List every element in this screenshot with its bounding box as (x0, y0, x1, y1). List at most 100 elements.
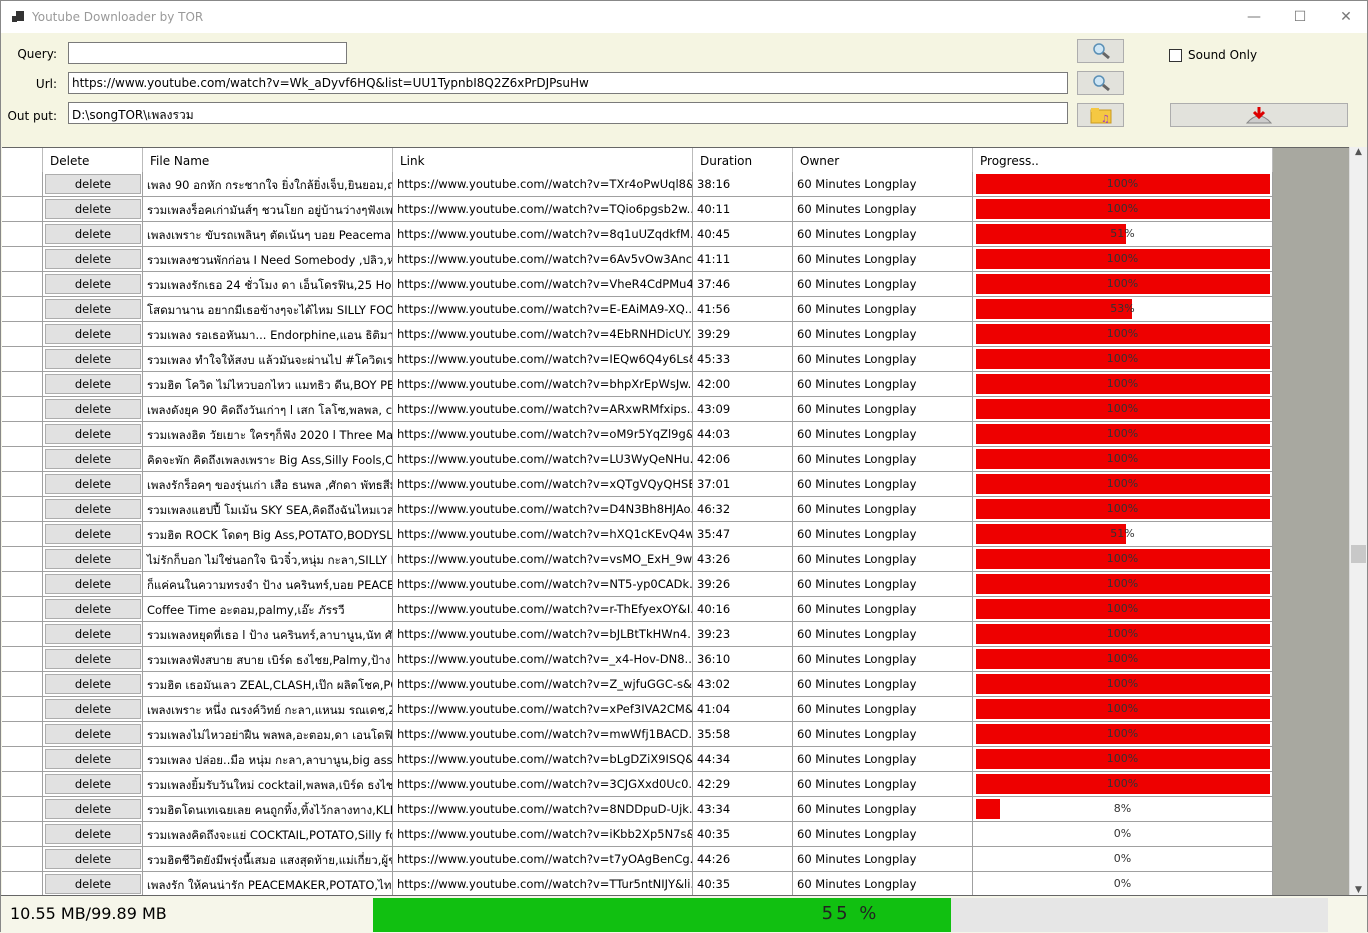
delete-button[interactable]: delete (45, 449, 141, 469)
delete-button[interactable]: delete (45, 849, 141, 869)
link-cell[interactable]: https://www.youtube.com//watch?v=IEQw6Q4… (393, 347, 693, 371)
link-cell[interactable]: https://www.youtube.com//watch?v=iKbb2Xp… (393, 822, 693, 846)
delete-button[interactable]: delete (45, 724, 141, 744)
row-header[interactable] (2, 222, 43, 246)
table-row[interactable]: delete เพลงเพราะ หนึ่ง ณรงค์วิทย์ กะลา,แห… (2, 697, 1273, 722)
delete-button[interactable]: delete (45, 799, 141, 819)
search-query-button[interactable] (1077, 39, 1124, 63)
delete-button[interactable]: delete (45, 649, 141, 669)
row-header[interactable] (2, 372, 43, 396)
output-path-input[interactable]: D:\songTOR\เพลงรวม (68, 102, 1068, 124)
delete-button[interactable]: delete (45, 824, 141, 844)
file-name-cell[interactable]: เพลง 90 อกหัก กระชากใจ ยิ่งใกล้ยิ่งเจ็บ,… (143, 172, 393, 196)
table-row[interactable]: delete เพลงดังยุค 90 คิดถึงวันเก่าๆ l เสก… (2, 397, 1273, 422)
url-input[interactable]: https://www.youtube.com/watch?v=Wk_aDyvf… (68, 72, 1068, 94)
table-row[interactable]: delete เพลง 90 อกหัก กระชากใจ ยิ่งใกล้ยิ่… (2, 172, 1273, 197)
link-cell[interactable]: https://www.youtube.com//watch?v=xQTgVQy… (393, 472, 693, 496)
table-row[interactable]: delete รวมเพลงฮิต วัยเยาะ ใครๆก็ฟัง 2020 … (2, 422, 1273, 447)
row-header[interactable] (2, 797, 43, 821)
link-cell[interactable]: https://www.youtube.com//watch?v=t7yOAgB… (393, 847, 693, 871)
delete-button[interactable]: delete (45, 224, 141, 244)
delete-button[interactable]: delete (45, 574, 141, 594)
link-cell[interactable]: https://www.youtube.com//watch?v=3CJGXxd… (393, 772, 693, 796)
file-name-cell[interactable]: รวมเพลงไม่ไหวอย่าฝืน พลพล,อะตอม,ดา เอนโด… (143, 722, 393, 746)
close-button[interactable]: ✕ (1323, 1, 1368, 33)
link-cell[interactable]: https://www.youtube.com//watch?v=bhpXrEp… (393, 372, 693, 396)
file-name-cell[interactable]: รวมฮิต ROCK โดดๆ Big Ass,POTATO,BODYSLA.… (143, 522, 393, 546)
link-cell[interactable]: https://www.youtube.com//watch?v=TXr4oPw… (393, 172, 693, 196)
row-header[interactable] (2, 622, 43, 646)
scrollbar-thumb[interactable] (1351, 545, 1366, 563)
row-header[interactable] (2, 197, 43, 221)
file-name-cell[interactable]: ไม่รักก็บอก ไม่ใช่นอกใจ นิวจิ๋ว,หนุ่ม กะ… (143, 547, 393, 571)
file-name-cell[interactable]: รวมเพลงรักเธอ 24 ชั่วโมง ดา เอ็นโดรฟิน,2… (143, 272, 393, 296)
delete-button[interactable]: delete (45, 249, 141, 269)
row-header[interactable] (2, 447, 43, 471)
file-name-cell[interactable]: ก็แค่คนในความทรงจำ ป้าง นครินทร์,บอย PEA… (143, 572, 393, 596)
file-name-cell[interactable]: รวมเพลงแฮปปี้ โมเม้น SKY SEA,คิดถึงฉันไห… (143, 497, 393, 521)
file-name-cell[interactable]: Coffee Time อะตอม,palmy,เอ๊ะ ภัรรวี (143, 597, 393, 621)
table-row[interactable]: delete รวมเพลงคิดถึงจะแย่ COCKTAIL,POTATO… (2, 822, 1273, 847)
file-name-cell[interactable]: รวมเพลงฮิต วัยเยาะ ใครๆก็ฟัง 2020 l Thre… (143, 422, 393, 446)
link-cell[interactable]: https://www.youtube.com//watch?v=oM9r5Yq… (393, 422, 693, 446)
delete-button[interactable]: delete (45, 599, 141, 619)
row-header[interactable] (2, 347, 43, 371)
table-row[interactable]: delete รวมเพลง ปล่อย..มือ หนุ่ม กะลา,ลาบา… (2, 747, 1273, 772)
file-name-cell[interactable]: เพลงเพราะ หนึ่ง ณรงค์วิทย์ กะลา,แหนม รณเ… (143, 697, 393, 721)
delete-button[interactable]: delete (45, 524, 141, 544)
row-header[interactable] (2, 672, 43, 696)
link-cell[interactable]: https://www.youtube.com//watch?v=TQio6pg… (393, 197, 693, 221)
row-header[interactable] (2, 272, 43, 296)
link-cell[interactable]: https://www.youtube.com//watch?v=8q1uUZq… (393, 222, 693, 246)
link-cell[interactable]: https://www.youtube.com//watch?v=mwWfj1B… (393, 722, 693, 746)
row-header[interactable] (2, 322, 43, 346)
delete-button[interactable]: delete (45, 549, 141, 569)
row-header[interactable] (2, 297, 43, 321)
column-header-duration[interactable]: Duration (693, 148, 793, 172)
delete-button[interactable]: delete (45, 474, 141, 494)
table-row[interactable]: delete รวมเพลงแฮปปี้ โมเม้น SKY SEA,คิดถึ… (2, 497, 1273, 522)
table-row[interactable]: delete เพลงเพราะ ขับรถเพลินๆ ตัดเน้นๆ บอย… (2, 222, 1273, 247)
table-row[interactable]: delete รวมเพลงยิ้มรับวันใหม่ cocktail,พลพ… (2, 772, 1273, 797)
checkbox-box[interactable] (1169, 48, 1182, 62)
file-name-cell[interactable]: รวมเพลง ทำใจให้สงบ แล้วมันจะผ่านไป #โควิ… (143, 347, 393, 371)
link-cell[interactable]: https://www.youtube.com//watch?v=4EbRNHD… (393, 322, 693, 346)
file-name-cell[interactable]: รวมฮิตโดนเทเฉยเลย คนถูกทิ้ง,ทิ้งไว้กลางท… (143, 797, 393, 821)
delete-button[interactable]: delete (45, 349, 141, 369)
delete-button[interactable]: delete (45, 199, 141, 219)
file-name-cell[interactable]: โสดมานาน อยากมีเธอข้างๆจะได้ไหม SILLY FO… (143, 297, 393, 321)
delete-button[interactable]: delete (45, 399, 141, 419)
table-row[interactable]: delete รวมเพลงหยุดที่เธอ l ป้าง นครินทร์,… (2, 622, 1273, 647)
link-cell[interactable]: https://www.youtube.com//watch?v=8NDDpuD… (393, 797, 693, 821)
file-name-cell[interactable]: รวมฮิตชีวิตยังมีพรุ่งนี้เสมอ แสงสุดท้าย,… (143, 847, 393, 871)
row-header[interactable] (2, 397, 43, 421)
delete-button[interactable]: delete (45, 749, 141, 769)
scroll-down-icon[interactable]: ▼ (1350, 885, 1367, 895)
row-header[interactable] (2, 647, 43, 671)
link-cell[interactable]: https://www.youtube.com//watch?v=D4N3Bh8… (393, 497, 693, 521)
file-name-cell[interactable]: รวมเพลงร็อคเก่ามันส์ๆ ชวนโยก อยู่บ้านว่า… (143, 197, 393, 221)
query-input[interactable] (68, 42, 347, 64)
table-row[interactable]: delete คิดจะพัก คิดถึงเพลงเพราะ Big Ass,S… (2, 447, 1273, 472)
browse-folder-button[interactable]: ♫ (1077, 103, 1124, 127)
table-row[interactable]: delete รวมเพลงรักเธอ 24 ชั่วโมง ดา เอ็นโด… (2, 272, 1273, 297)
file-name-cell[interactable]: เพลงดังยุค 90 คิดถึงวันเก่าๆ l เสก โลโซ,… (143, 397, 393, 421)
row-header[interactable] (2, 597, 43, 621)
row-header[interactable] (2, 872, 43, 895)
link-cell[interactable]: https://www.youtube.com//watch?v=r-ThEfy… (393, 597, 693, 621)
table-row[interactable]: delete รวมฮิต โควิด ไม่ไหวบอกไหว แมทธิว ด… (2, 372, 1273, 397)
row-header[interactable] (2, 697, 43, 721)
row-header[interactable] (2, 747, 43, 771)
row-header[interactable] (2, 172, 43, 196)
delete-button[interactable]: delete (45, 174, 141, 194)
table-row[interactable]: delete ก็แค่คนในความทรงจำ ป้าง นครินทร์,บ… (2, 572, 1273, 597)
link-cell[interactable]: https://www.youtube.com//watch?v=vsMO_Ex… (393, 547, 693, 571)
table-row[interactable]: delete รวมเพลงไม่ไหวอย่าฝืน พลพล,อะตอม,ดา… (2, 722, 1273, 747)
row-header[interactable] (2, 847, 43, 871)
scroll-up-icon[interactable]: ▲ (1350, 147, 1367, 157)
file-name-cell[interactable]: เพลงรัก ให้คนน่ารัก PEACEMAKER,POTATO,ไท… (143, 872, 393, 895)
table-row[interactable]: delete รวมเพลง ทำใจให้สงบ แล้วมันจะผ่านไป… (2, 347, 1273, 372)
delete-button[interactable]: delete (45, 624, 141, 644)
link-cell[interactable]: https://www.youtube.com//watch?v=ARxwRMf… (393, 397, 693, 421)
delete-button[interactable]: delete (45, 699, 141, 719)
